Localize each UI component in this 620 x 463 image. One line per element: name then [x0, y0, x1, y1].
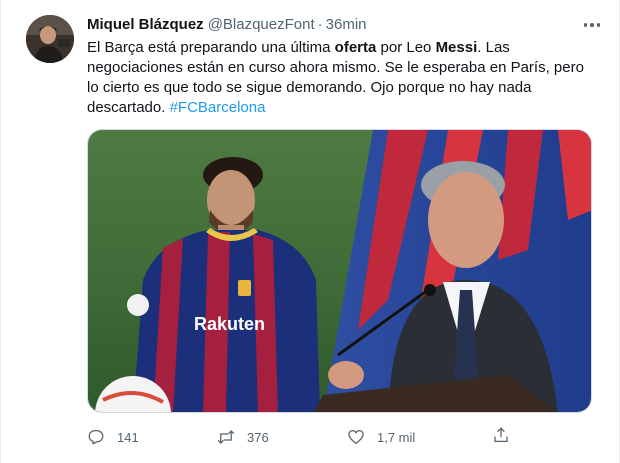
timestamp[interactable]: 36min [326, 15, 367, 35]
hashtag-link[interactable]: #FCBarcelona [170, 99, 266, 116]
text-bold-oferta: oferta [334, 39, 377, 56]
reply-icon [88, 429, 104, 445]
separator: · [317, 16, 323, 33]
jersey-sponsor: Rakuten [194, 314, 265, 334]
share-icon [494, 427, 508, 443]
tweet-image[interactable]: Rakuten [87, 129, 592, 413]
heart-icon [348, 429, 364, 445]
tweet-photo: Rakuten [88, 130, 591, 412]
author-handle[interactable]: @BlazquezFont [208, 15, 315, 35]
like-button[interactable]: 1,7 mil [347, 428, 477, 446]
avatar[interactable] [26, 15, 74, 63]
text-segment: El Barça está preparando una última [87, 39, 335, 56]
retweet-button[interactable]: 376 [217, 428, 347, 446]
share-button[interactable] [492, 426, 510, 449]
tweet[interactable]: Miquel Blázquez @BlazquezFont · 36min El… [0, 0, 620, 463]
author-name[interactable]: Miquel Blázquez [87, 15, 204, 35]
reply-button[interactable]: 141 [87, 428, 217, 446]
text-bold-messi: Messi [435, 39, 478, 56]
tweet-header: Miquel Blázquez @BlazquezFont · 36min [87, 15, 592, 35]
action-bar: 141 376 1,7 mil [87, 426, 527, 448]
tweet-text: El Barça está preparando una última ofer… [87, 38, 592, 118]
retweet-icon [217, 430, 235, 444]
like-count: 1,7 mil [377, 429, 416, 445]
retweet-count: 376 [247, 429, 269, 445]
text-segment: por Leo [376, 39, 436, 56]
tweet-body: Miquel Blázquez @BlazquezFont · 36min El… [87, 15, 592, 118]
reply-count: 141 [117, 429, 139, 445]
